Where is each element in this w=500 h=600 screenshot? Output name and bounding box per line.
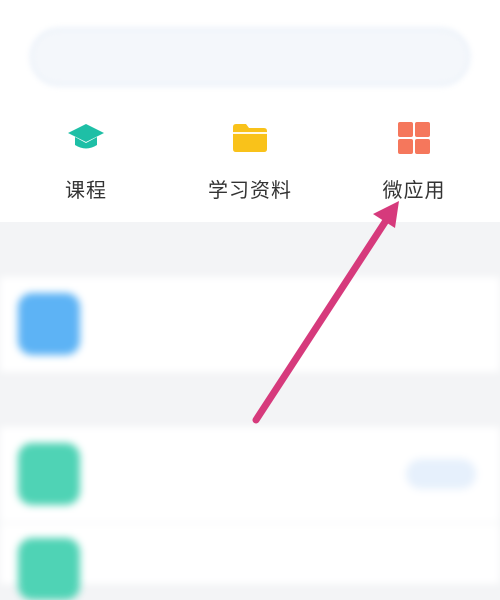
app-row[interactable] bbox=[0, 277, 500, 372]
app-icon bbox=[18, 538, 80, 600]
folder-icon bbox=[233, 124, 267, 152]
search-bar[interactable] bbox=[30, 28, 470, 86]
blurred-content bbox=[0, 222, 500, 600]
graduation-cap-icon bbox=[68, 124, 104, 149]
quick-entry-panel: 课程 学习资料 微应用 bbox=[0, 0, 500, 222]
app-action-button[interactable] bbox=[406, 459, 476, 489]
entry-label: 学习资料 bbox=[208, 178, 292, 202]
app-icon bbox=[18, 443, 80, 505]
entry-courses[interactable]: 课程 bbox=[6, 118, 166, 203]
entry-label: 课程 bbox=[65, 178, 107, 202]
app-icon bbox=[18, 293, 80, 355]
app-row[interactable] bbox=[0, 427, 500, 522]
grid-apps-icon bbox=[398, 122, 430, 154]
entry-study-materials[interactable]: 学习资料 bbox=[170, 118, 330, 203]
entry-label: 微应用 bbox=[382, 178, 446, 202]
app-row[interactable] bbox=[0, 524, 500, 600]
entry-micro-apps[interactable]: 微应用 bbox=[334, 118, 494, 203]
